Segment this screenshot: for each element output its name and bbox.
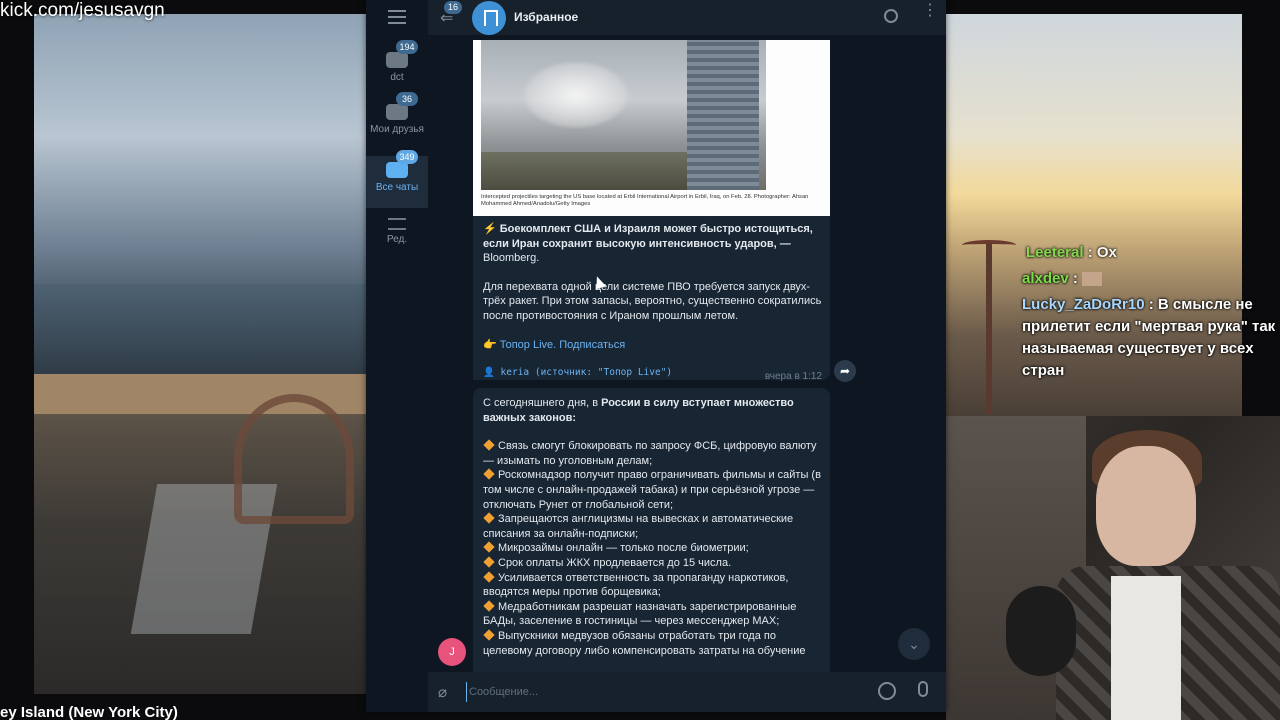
folder-icon	[386, 104, 408, 120]
forward-icon[interactable]: ➦	[834, 360, 856, 382]
law-list: Связь смогут блокировать по запросу ФСБ,…	[483, 439, 823, 658]
background-caption: ey Island (New York City)	[0, 704, 178, 720]
chat-nick: Lucky_ZaDoRr10	[1022, 296, 1145, 313]
unread-badge: 349	[396, 150, 418, 164]
unread-badge: 194	[396, 40, 418, 54]
back-unread-badge: 16	[444, 1, 463, 14]
news-photo	[481, 40, 766, 190]
law-item: Усиливается ответственность за пропаганд…	[483, 571, 823, 600]
folder-icon	[386, 52, 408, 68]
message-list[interactable]: Intercepted projectiles targeting the US…	[428, 36, 946, 672]
attach-icon[interactable]: ⌀	[438, 683, 454, 701]
scroll-down-icon[interactable]: ⌄	[898, 628, 930, 660]
user-avatar[interactable]: J	[438, 638, 466, 666]
law-item: Микрозаймы онлайн — только после биометр…	[483, 541, 823, 556]
message-bubble[interactable]: Intercepted projectiles targeting the US…	[473, 40, 830, 382]
message-headline: ⚡ Боекомплект США и Израиля может быстро…	[483, 223, 813, 250]
photo-caption: Intercepted projectiles targeting the US…	[481, 194, 809, 207]
law-item: Срок оплаты ЖКХ продлевается до 15 числа…	[483, 556, 823, 571]
chat-bubbles-icon	[386, 162, 408, 178]
folder-all-chats[interactable]: 349 Все чаты	[366, 150, 428, 208]
subscribe-link[interactable]: 👉 Топор Live. Подписаться	[483, 339, 625, 351]
message-input[interactable]	[466, 682, 866, 702]
law-item: Выпускники медвузов обязаны отработать т…	[483, 629, 823, 658]
folder-label: Ред.	[386, 234, 408, 245]
sliders-icon	[388, 218, 406, 230]
message-photo[interactable]: Intercepted projectiles targeting the US…	[473, 40, 830, 216]
background-city-photo	[34, 14, 368, 694]
more-vert-icon[interactable]: ⋮	[922, 3, 938, 19]
chat-title[interactable]: Избранное	[514, 10, 578, 24]
law-item: Запрещаются англицизмы на вывесках и авт…	[483, 512, 823, 541]
folder-label: dct	[390, 72, 404, 83]
unread-badge: 36	[396, 92, 418, 106]
chat-header: ⇐ 16 Избранное ⋮	[428, 0, 946, 36]
message-text: С сегодняшнего дня, в России в силу всту…	[483, 396, 823, 658]
chat-message: Leeteral : Ох	[1026, 244, 1117, 261]
law-item: Медработникам разрешат назначать зарегис…	[483, 600, 823, 629]
emote-icon	[1082, 272, 1103, 287]
folder-sidebar: 194 dct 36 Мои друзья 349 Все чаты Ред.	[366, 0, 428, 712]
folder-dct[interactable]: 194 dct	[366, 40, 428, 98]
stream-watermark: kick.com/jesusavgn	[0, 0, 165, 21]
chat-message: Lucky_ZaDoRr10 : В смысле не прилетит ес…	[1022, 296, 1276, 379]
folder-label: Мои друзья	[370, 124, 424, 135]
saved-messages-avatar[interactable]	[472, 1, 506, 35]
stream-chat-overlay: Leeteral : Ох alxdev : Lucky_ZaDoRr10 : …	[1018, 244, 1280, 396]
microphone-icon	[1006, 586, 1076, 676]
telegram-window: 194 dct 36 Мои друзья 349 Все чаты Ред. …	[366, 0, 946, 712]
stream-screen: ey Island (New York City) kick.com/jesus…	[0, 0, 1280, 720]
law-item: Роскомнадзор получит право ограничивать …	[483, 468, 823, 512]
chat-nick: Leeteral	[1026, 244, 1084, 261]
streamer-webcam	[946, 416, 1280, 720]
microphone-icon[interactable]	[918, 681, 928, 697]
menu-icon[interactable]	[388, 10, 406, 24]
law-item: Связь смогут блокировать по запросу ФСБ,…	[483, 439, 823, 468]
folder-edit[interactable]: Ред.	[366, 210, 428, 262]
message-time: вчера в 1:12	[764, 371, 822, 382]
folder-label: Все чаты	[375, 182, 419, 193]
message-bubble[interactable]: С сегодняшнего дня, в России в силу всту…	[473, 388, 830, 672]
chat-nick: alxdev	[1022, 270, 1069, 287]
message-source: Bloomberg.	[483, 252, 540, 265]
folder-friends[interactable]: 36 Мои друзья	[366, 92, 428, 154]
forward-source[interactable]: 👤 keria (источник: "Топор Live")	[483, 366, 672, 381]
emoji-icon[interactable]	[878, 682, 896, 700]
message-text: ⚡ Боекомплект США и Израиля может быстро…	[483, 222, 823, 366]
message-body: Для перехвата одной цели системе ПВО тре…	[483, 280, 822, 322]
message-composer: ⌀	[428, 672, 946, 712]
chat-message: alxdev :	[1018, 268, 1280, 290]
search-icon[interactable]	[884, 9, 898, 23]
chat-text: Ох	[1096, 244, 1117, 261]
